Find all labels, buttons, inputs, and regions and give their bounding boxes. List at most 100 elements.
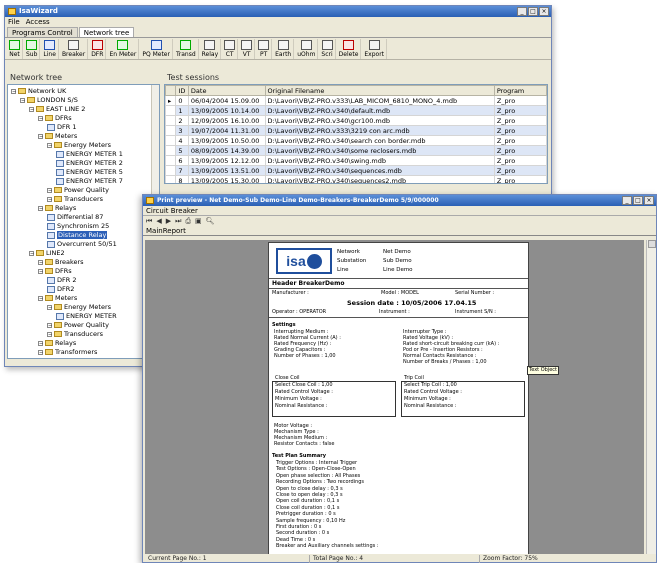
menu-access[interactable]: Access <box>26 17 50 27</box>
tree-node[interactable]: − Breakers <box>38 258 84 266</box>
expand-toggle-icon[interactable]: − <box>11 88 16 94</box>
expand-toggle-icon[interactable]: − <box>38 268 43 274</box>
menu-file[interactable]: File <box>8 17 20 27</box>
tree-node[interactable]: DFR2 <box>47 285 74 293</box>
tree-node[interactable]: − Network UK <box>11 87 66 95</box>
table-row[interactable]: 2 12/09/2005 16.10.00 D:\Lavori\VB\Z-PRO.v… <box>165 115 547 126</box>
scroll-up-arrow[interactable] <box>647 240 656 248</box>
toolbar-button-en-meter[interactable]: En Meter <box>107 39 140 59</box>
toolbar-button-net[interactable]: Net <box>7 39 23 59</box>
sessions-grid[interactable]: ID Date Original Filename Program ▸ 0 06/04/2… <box>164 84 548 184</box>
preview-tab-circuit-breaker[interactable]: Circuit Breaker <box>143 206 656 216</box>
toolbar-button-dfr[interactable]: DFR <box>89 39 107 59</box>
expand-toggle-icon[interactable]: − <box>47 322 52 328</box>
preview-titlebar[interactable]: Print preview - Net Demo-Sub Demo-Line D… <box>143 195 656 206</box>
toolbar-button-uohm[interactable]: uOhm <box>295 39 319 59</box>
tree-node[interactable]: − Meters <box>38 132 77 140</box>
expand-toggle-icon[interactable]: − <box>38 205 43 211</box>
tree-node[interactable]: − Transducers <box>47 330 103 338</box>
row-selector[interactable]: ▸ <box>165 95 177 106</box>
toolbar-button-breaker[interactable]: Breaker <box>60 39 89 59</box>
toolbar-button-transd[interactable]: Transd <box>174 39 199 59</box>
toolbar-button-sub[interactable]: Sub <box>24 39 41 59</box>
toolbar-button-export[interactable]: Export <box>362 39 388 59</box>
table-row[interactable]: 7 13/09/2005 13.51.00 D:\Lavori\VB\Z-PRO.v… <box>165 165 547 176</box>
preview-scrollbar[interactable] <box>646 240 656 554</box>
tree-node[interactable]: − DFRs <box>38 114 72 122</box>
tree-node[interactable]: ENERGY METER 7 <box>56 177 123 185</box>
close-button[interactable]: × <box>539 7 549 16</box>
tree-node[interactable]: − DFRs <box>38 267 72 275</box>
expand-toggle-icon[interactable]: − <box>47 187 52 193</box>
prev-page-icon[interactable]: ◀ <box>156 217 161 225</box>
column-header[interactable]: Program <box>493 85 547 96</box>
toolbar-button-delete[interactable]: Delete <box>337 39 362 59</box>
first-page-icon[interactable]: ⏮ <box>146 217 152 226</box>
tab-network-tree[interactable]: Network tree <box>78 27 135 37</box>
expand-toggle-icon[interactable]: − <box>38 340 43 346</box>
tab-main-report[interactable]: MainReport <box>143 226 656 236</box>
tree-node[interactable]: DFR 2 <box>47 276 76 284</box>
tree-node[interactable]: − Energy Meters <box>47 141 111 149</box>
column-header[interactable]: Original Filename <box>264 85 495 96</box>
tree-node[interactable]: Differential 87 <box>47 213 103 221</box>
row-selector[interactable] <box>165 155 177 166</box>
expand-toggle-icon[interactable]: − <box>47 142 52 148</box>
table-row[interactable]: 1 13/09/2005 10.14.00 D:\Lavori\VB\Z-PRO.v… <box>165 105 547 116</box>
tree-node[interactable]: Overcurrent 50/51 <box>47 240 117 248</box>
toolbar-button-pt[interactable]: PT <box>256 39 273 59</box>
expand-toggle-icon[interactable]: − <box>47 304 52 310</box>
expand-toggle-icon[interactable]: − <box>38 115 43 121</box>
expand-toggle-icon[interactable]: − <box>20 97 25 103</box>
toolbar-button-pq-meter[interactable]: PQ Meter <box>140 39 173 59</box>
table-row[interactable]: 6 13/09/2005 12.12.00 D:\Lavori\VB\Z-PRO.v… <box>165 155 547 166</box>
tree-node[interactable]: ENERGY METER 1 <box>56 150 123 158</box>
toolbar-button-earth[interactable]: Earth <box>273 39 295 59</box>
expand-toggle-icon[interactable]: − <box>29 106 34 112</box>
toolbar-button-relay[interactable]: Relay <box>200 39 222 59</box>
tree-node[interactable]: − LINE2 <box>29 249 65 257</box>
tree-node[interactable]: − Relays <box>38 339 76 347</box>
toolbar-button-vt[interactable]: VT <box>239 39 256 59</box>
row-selector[interactable] <box>165 105 177 116</box>
expand-toggle-icon[interactable]: − <box>38 259 43 265</box>
tree-node[interactable]: − Transducers <box>47 195 103 203</box>
preview-minimize-button[interactable]: _ <box>622 196 632 205</box>
tree-node[interactable]: Synchronism 25 <box>47 222 109 230</box>
tree-node[interactable]: − Transformers <box>38 348 97 356</box>
main-titlebar[interactable]: IsaWizard _ □ × <box>5 6 551 17</box>
row-selector[interactable] <box>165 165 177 176</box>
print-icon[interactable]: ⎙ <box>185 217 191 226</box>
expand-toggle-icon[interactable]: − <box>47 331 52 337</box>
tab-programs-control[interactable]: Programs Control <box>7 27 78 37</box>
tree-node[interactable]: − LONDON S/S <box>20 96 78 104</box>
row-selector[interactable] <box>165 145 177 156</box>
expand-toggle-icon[interactable]: − <box>47 196 52 202</box>
table-row[interactable]: 3 19/07/2004 11.31.00 D:\Lavori\VB\Z-PRO.v… <box>165 125 547 136</box>
expand-toggle-icon[interactable]: − <box>38 349 43 355</box>
tree-node[interactable]: ENERGY METER 5 <box>56 168 123 176</box>
toolbar-button-scri[interactable]: Scri <box>319 39 336 59</box>
minimize-button[interactable]: _ <box>517 7 527 16</box>
column-header[interactable]: Date <box>187 85 266 96</box>
maximize-button[interactable]: □ <box>528 7 538 16</box>
row-selector[interactable] <box>165 115 177 126</box>
expand-toggle-icon[interactable]: − <box>38 133 43 139</box>
tree-node[interactable]: − Power Quality <box>47 321 109 329</box>
expand-toggle-icon[interactable]: − <box>38 295 43 301</box>
tree-node[interactable]: DFR 1 <box>47 123 76 131</box>
tree-node[interactable]: ENERGY METER <box>56 312 117 320</box>
column-header[interactable]: ID <box>175 85 189 96</box>
table-row[interactable]: 5 08/09/2005 14.39.00 D:\Lavori\VB\Z-PRO.v… <box>165 145 547 156</box>
zoom-icon[interactable]: 🔍︎ <box>206 217 215 225</box>
expand-toggle-icon[interactable]: − <box>29 250 34 256</box>
tree-node[interactable]: Distance Relay <box>47 231 108 239</box>
tree-node[interactable]: − Power Quality <box>47 186 109 194</box>
last-page-icon[interactable]: ⏭ <box>175 217 181 226</box>
preview-maximize-button[interactable]: □ <box>633 196 643 205</box>
tree-node[interactable]: − Relays <box>38 204 76 212</box>
preview-close-button[interactable]: × <box>644 196 654 205</box>
tree-node[interactable]: − EAST LINE 2 <box>29 105 85 113</box>
row-selector[interactable] <box>165 135 177 146</box>
network-tree[interactable]: − Network UK − LONDON S/S − EAST LINE 2− DFRs D… <box>7 84 160 359</box>
